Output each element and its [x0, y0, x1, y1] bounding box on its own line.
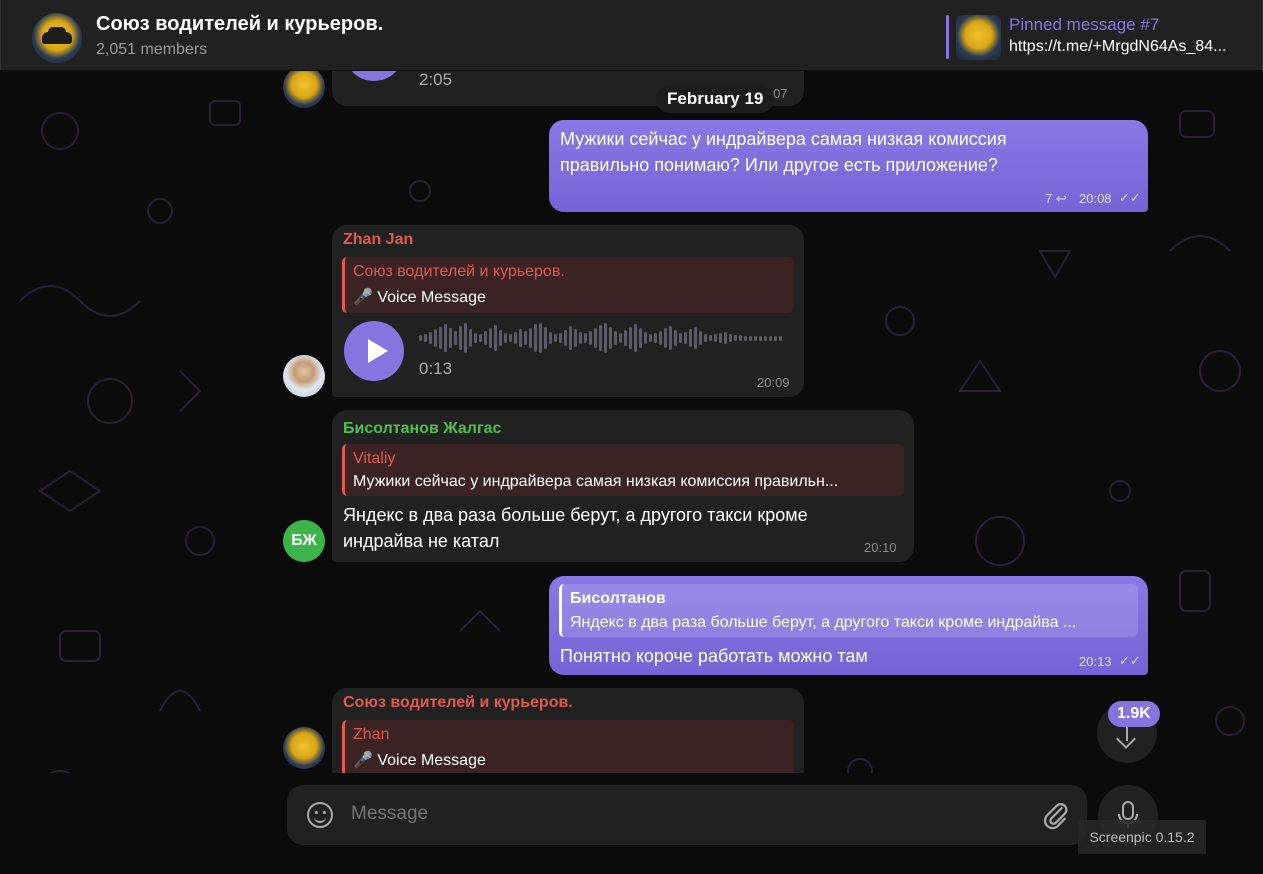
play-button[interactable]: [344, 71, 404, 81]
reply-author: Vitaliy: [353, 450, 396, 467]
sender-name[interactable]: Союз водителей и курьеров.: [343, 694, 573, 712]
pinned-title[interactable]: Pinned message #7: [1009, 15, 1159, 35]
date-separator: February 19: [656, 85, 775, 113]
chat-area[interactable]: 2:05 20:07 February 19 Мужики сейчас у и…: [0, 71, 1263, 874]
reply-text: 🎤 Voice Message: [353, 289, 486, 306]
pinned-text[interactable]: https://t.me/+MrgdN64As_84...: [1009, 38, 1254, 56]
double-check-icon: ✓✓: [1119, 190, 1141, 205]
voice-duration: 0:13: [419, 359, 453, 378]
reply-author: Zhan: [353, 726, 390, 743]
message-incoming[interactable]: Бисолтанов Жалгас Vitaliy Мужики сейчас …: [332, 410, 914, 562]
message-input[interactable]: [351, 803, 1031, 825]
sender-avatar[interactable]: [283, 727, 325, 769]
member-count: 2,051 members: [96, 41, 208, 58]
emoji-icon[interactable]: [307, 802, 333, 828]
reply-text: Мужики сейчас у индрайвера самая низкая …: [353, 473, 839, 490]
reply-preview[interactable]: Союз водителей и курьеров. 🎤 Voice Messa…: [342, 257, 794, 313]
unread-count-badge[interactable]: 1.9K: [1108, 701, 1160, 727]
group-avatar[interactable]: [32, 13, 82, 63]
reply-preview[interactable]: Vitaliy Мужики сейчас у индрайвера самая…: [342, 444, 904, 496]
reply-text: 🎤 Voice Message: [353, 752, 486, 769]
voice-duration: 2:05: [419, 71, 453, 89]
message-outgoing[interactable]: Бисолтанов Яндекс в два раза больше беру…: [549, 576, 1148, 675]
pinned-thumbnail[interactable]: [956, 15, 1001, 60]
reply-author: Союз водителей и курьеров.: [353, 263, 565, 280]
message-voice[interactable]: Zhan Jan Союз водителей и курьеров. 🎤 Vo…: [332, 225, 804, 397]
play-button[interactable]: [344, 321, 404, 381]
message-time: 20:08: [1079, 191, 1112, 206]
chat-header[interactable]: Союз водителей и курьеров. 2,051 members…: [0, 0, 1263, 71]
message-time: 20:10: [864, 540, 897, 555]
voice-waveform[interactable]: [419, 321, 782, 355]
message-outgoing[interactable]: Мужики сейчас у индрайвера самая низкая …: [549, 120, 1148, 212]
pinned-indicator: [946, 15, 949, 59]
sender-name[interactable]: Бисолтанов Жалгас: [343, 420, 501, 438]
message-composer[interactable]: [287, 785, 1087, 845]
reply-count-icon: ↩: [1055, 191, 1067, 206]
message-text: Мужики сейчас у индрайвера самая низкая …: [560, 129, 1007, 175]
group-title[interactable]: Союз водителей и курьеров.: [96, 13, 383, 36]
reply-preview[interactable]: Zhan 🎤 Voice Message: [342, 720, 794, 776]
message-time: 20:09: [757, 375, 790, 390]
reply-preview[interactable]: Бисолтанов Яндекс в два раза больше беру…: [559, 584, 1138, 637]
message-time: 20:13: [1079, 654, 1112, 669]
sender-avatar[interactable]: [283, 355, 325, 397]
reply-text: Яндекс в два раза больше берут, а другог…: [570, 614, 1077, 631]
reply-count[interactable]: 7 ↩: [1045, 191, 1067, 207]
message-text: Понятно короче работать можно там: [560, 646, 868, 666]
sender-avatar[interactable]: БЖ: [283, 520, 325, 562]
message-text: Яндекс в два раза больше берут, а другог…: [343, 505, 808, 551]
reply-author: Бисолтанов: [570, 590, 666, 607]
screenpic-watermark: Screenpic 0.15.2: [1078, 820, 1206, 854]
double-check-icon: ✓✓: [1119, 653, 1141, 668]
sender-name[interactable]: Zhan Jan: [343, 231, 413, 249]
attach-icon[interactable]: [1041, 800, 1071, 830]
